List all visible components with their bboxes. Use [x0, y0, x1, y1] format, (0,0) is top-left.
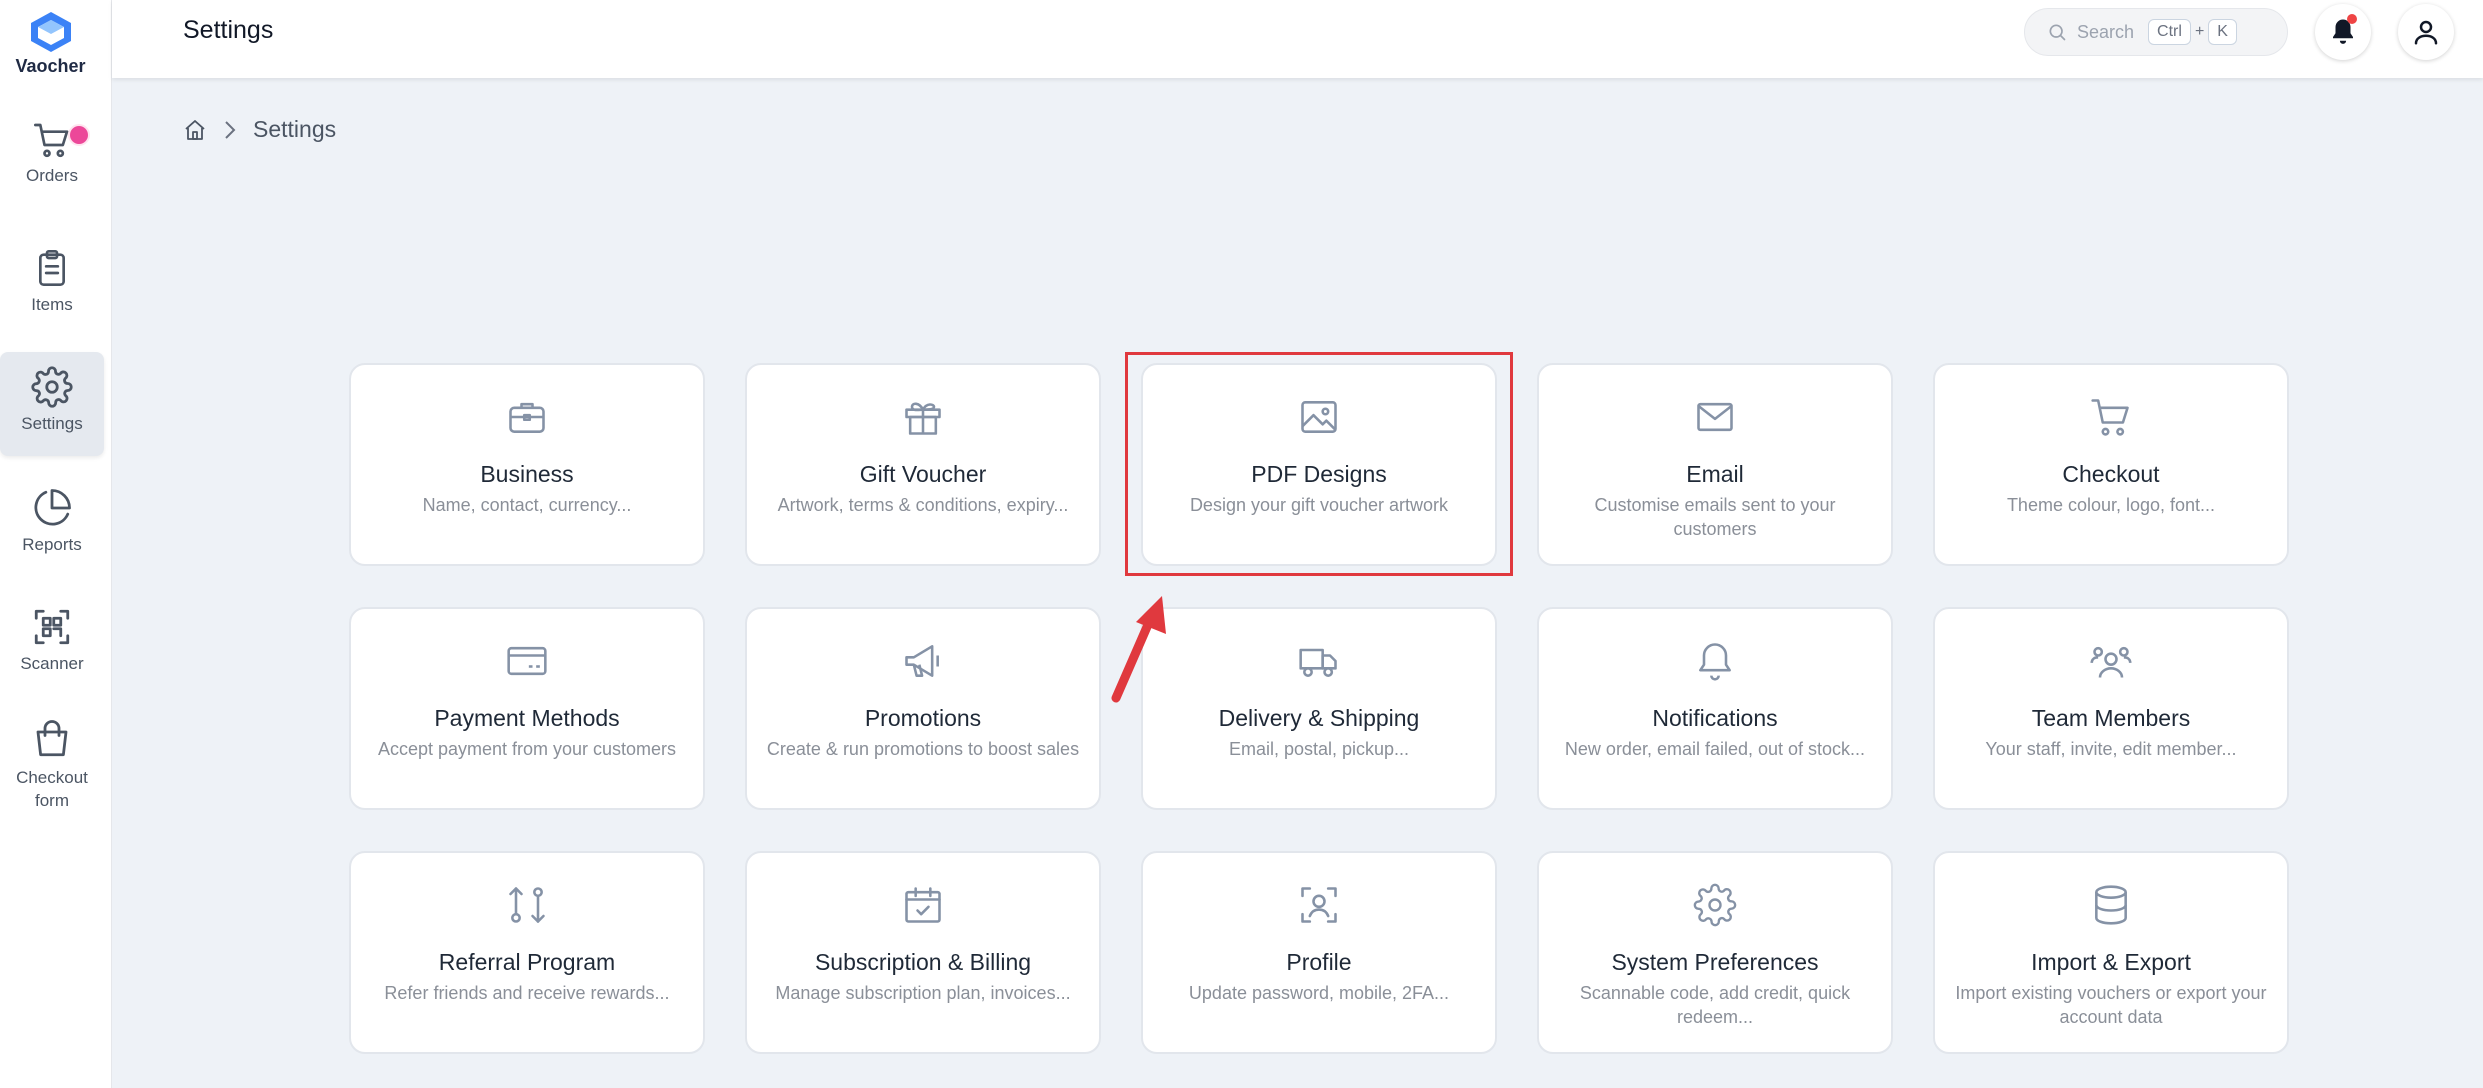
bell-icon	[1699, 643, 1731, 681]
breadcrumb: Settings	[183, 116, 336, 143]
search-input[interactable]: Search Ctrl + K	[2024, 8, 2288, 56]
card-description: New order, email failed, out of stock...	[1564, 739, 1866, 759]
briefcase-icon	[509, 402, 545, 433]
highlight-box	[1125, 352, 1513, 576]
search-placeholder: Search	[2077, 21, 2135, 42]
gear-icon	[1693, 883, 1737, 927]
app-name: Vaocher	[15, 56, 86, 76]
card-description: Your staff, invite, edit member...	[1985, 739, 2237, 759]
credit-card-icon	[507, 646, 547, 676]
user-menu-button[interactable]	[2398, 4, 2454, 60]
settings-card-business[interactable]: Business Name, contact, currency...	[349, 363, 705, 566]
page-title: Settings	[183, 16, 274, 44]
notifications-button[interactable]	[2315, 4, 2371, 60]
settings-card-profile[interactable]: Profile Update password, mobile, 2FA...	[1141, 851, 1497, 1054]
sidebar-item-label: Reports	[22, 535, 82, 554]
user-icon	[2414, 20, 2438, 45]
user-scan-icon	[1301, 887, 1337, 923]
card-title: Gift Voucher	[859, 461, 987, 487]
card-title: Notifications	[1652, 705, 1778, 731]
shortcut-key-k: K	[2208, 19, 2237, 45]
shortcut-plus: +	[2194, 23, 2205, 40]
sidebar-item-scanner[interactable]: Scanner	[0, 606, 104, 686]
topbar: Settings Search Ctrl + K	[112, 0, 2483, 78]
megaphone-icon	[905, 645, 939, 677]
sidebar-item-label: Settings	[21, 414, 83, 433]
settings-card-promotions[interactable]: Promotions Create & run promotions to bo…	[745, 607, 1101, 810]
card-description: Scannable code, add credit, quick redeem…	[1579, 983, 1851, 1027]
cart-icon	[2091, 399, 2129, 436]
settings-card-payment-methods[interactable]: Payment Methods Accept payment from your…	[349, 607, 705, 810]
clipboard-icon	[39, 250, 65, 286]
database-icon	[2095, 885, 2127, 925]
settings-card-delivery-shipping[interactable]: Delivery & Shipping Email, postal, picku…	[1141, 607, 1497, 810]
sidebar-item-label: Checkout form	[16, 768, 88, 810]
card-title: Promotions	[864, 705, 982, 731]
sidebar-item-settings[interactable]: Settings	[0, 352, 104, 456]
card-title: System Preferences	[1611, 949, 1819, 975]
settings-card-referral-program[interactable]: Referral Program Refer friends and recei…	[349, 851, 705, 1054]
sidebar-item-reports[interactable]: Reports	[0, 487, 104, 567]
annotation-arrow	[1111, 596, 1166, 703]
sidebar-item-label: Scanner	[20, 654, 84, 673]
sidebar-item-label: Orders	[26, 166, 78, 185]
settings-card-gift-voucher[interactable]: Gift Voucher Artwork, terms & conditions…	[745, 363, 1101, 566]
card-description: Artwork, terms & conditions, expiry...	[777, 495, 1069, 515]
card-description: Refer friends and receive rewards...	[384, 983, 670, 1003]
card-title: Delivery & Shipping	[1218, 705, 1420, 731]
logo-icon	[30, 12, 71, 52]
settings-card-checkout[interactable]: Checkout Theme colour, logo, font...	[1933, 363, 2289, 566]
card-title: Subscription & Billing	[814, 949, 1032, 975]
card-title: Business	[480, 461, 574, 487]
pie-chart-icon	[34, 489, 71, 526]
settings-card-email[interactable]: Email Customise emails sent to your cust…	[1537, 363, 1893, 566]
home-icon[interactable]	[183, 118, 207, 142]
card-description: Create & run promotions to boost sales	[766, 739, 1080, 759]
card-title: Referral Program	[438, 949, 616, 975]
card-title: Team Members	[2031, 705, 2191, 731]
card-title: Payment Methods	[434, 705, 620, 731]
sidebar: Vaocher Orders Items Settings Reports Sc…	[0, 0, 112, 1088]
chevron-right-icon	[225, 120, 236, 139]
settings-card-import-export[interactable]: Import & Export Import existing vouchers…	[1933, 851, 2289, 1054]
card-description: Import existing vouchers or export your …	[1955, 983, 2267, 1027]
orders-badge	[68, 124, 90, 146]
sidebar-item-orders[interactable]: Orders	[0, 120, 104, 210]
sidebar-item-label: Items	[31, 295, 73, 314]
card-description: Name, contact, currency...	[422, 495, 632, 515]
mail-icon	[1697, 402, 1733, 432]
card-description: Update password, mobile, 2FA...	[1188, 983, 1450, 1003]
search-icon	[2049, 24, 2066, 41]
shopping-bag-icon	[36, 720, 68, 757]
card-title: Import & Export	[2031, 949, 2191, 975]
card-description: Accept payment from your customers	[377, 739, 677, 759]
shortcut-key-ctrl: Ctrl	[2148, 19, 2191, 45]
git-compare-icon	[509, 887, 545, 923]
truck-icon	[1299, 648, 1337, 677]
settings-card-subscription-billing[interactable]: Subscription & Billing Manage subscripti…	[745, 851, 1101, 1054]
sidebar-item-checkout-form[interactable]: Checkout form	[0, 718, 104, 818]
card-title: Email	[1686, 461, 1744, 487]
settings-card-system-preferences[interactable]: System Preferences Scannable code, add c…	[1537, 851, 1893, 1054]
card-description: Email, postal, pickup...	[1228, 739, 1410, 759]
gift-icon	[905, 402, 941, 435]
sidebar-item-items[interactable]: Items	[0, 247, 104, 327]
card-title: Checkout	[2062, 461, 2160, 487]
cart-icon	[34, 123, 69, 158]
calendar-check-icon	[905, 887, 941, 923]
gear-icon	[31, 366, 73, 408]
card-description: Theme colour, logo, font...	[2006, 495, 2216, 515]
notification-dot	[2347, 14, 2357, 24]
users-icon	[2090, 646, 2132, 678]
card-description: Customise emails sent to your customers	[1594, 495, 1836, 539]
qr-scan-icon	[34, 609, 70, 645]
card-description: Manage subscription plan, invoices...	[775, 983, 1071, 1003]
settings-card-team-members[interactable]: Team Members Your staff, invite, edit me…	[1933, 607, 2289, 810]
breadcrumb-current: Settings	[253, 116, 337, 142]
settings-card-notifications[interactable]: Notifications New order, email failed, o…	[1537, 607, 1893, 810]
app-logo[interactable]: Vaocher	[0, 10, 101, 77]
card-title: Profile	[1286, 949, 1352, 975]
